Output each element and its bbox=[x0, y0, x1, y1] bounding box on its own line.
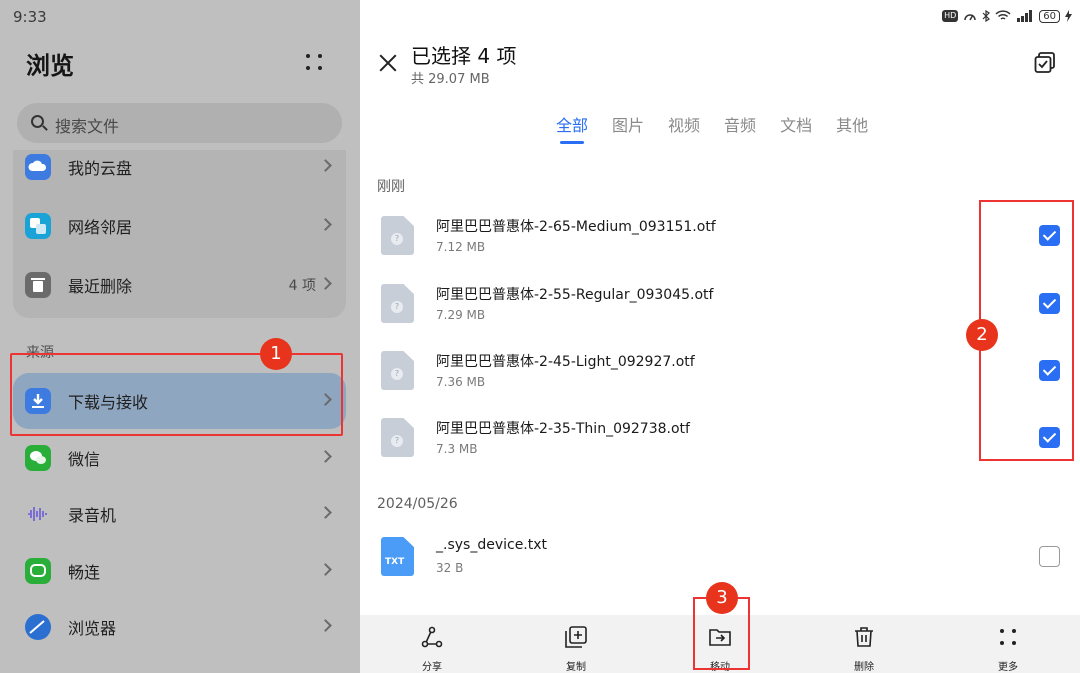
signal-icon bbox=[1017, 10, 1033, 22]
copy-button[interactable]: 复制 bbox=[546, 625, 606, 673]
step-badge-1: 1 bbox=[260, 338, 292, 370]
status-bar: HD 60 bbox=[942, 8, 1072, 24]
speed-icon bbox=[964, 14, 977, 21]
file-size: 32 B bbox=[436, 561, 464, 575]
unknown-file-icon: ? bbox=[381, 216, 414, 255]
file-size: 7.29 MB bbox=[436, 308, 486, 322]
wechat-icon bbox=[25, 445, 51, 471]
file-size: 7.12 MB bbox=[436, 240, 486, 254]
file-checkbox[interactable] bbox=[1039, 546, 1060, 567]
copy-label: 复制 bbox=[566, 662, 586, 673]
wifi-icon bbox=[995, 10, 1011, 20]
tab-all[interactable]: 全部 bbox=[556, 112, 588, 144]
hd-icon: HD bbox=[942, 10, 959, 22]
item-count: 4 项 bbox=[288, 278, 316, 294]
file-name: 阿里巴巴普惠体-2-35-Thin_092738.otf bbox=[436, 421, 690, 437]
network-neighbor-icon bbox=[25, 213, 51, 239]
step-badge-2: 2 bbox=[966, 319, 998, 351]
chevron-right-icon bbox=[319, 218, 332, 231]
delete-label: 删除 bbox=[854, 662, 874, 673]
select-all-icon[interactable] bbox=[1034, 52, 1056, 74]
trash-icon bbox=[25, 272, 51, 298]
tab-images[interactable]: 图片 bbox=[612, 112, 644, 144]
status-time: 9:33 bbox=[13, 8, 47, 26]
txt-file-icon: TXT bbox=[381, 537, 414, 576]
file-row[interactable]: ? 阿里巴巴普惠体-2-65-Medium_093151.otf 7.12 MB bbox=[360, 202, 1080, 269]
chevron-right-icon bbox=[319, 506, 332, 519]
charging-icon bbox=[1065, 10, 1072, 22]
filter-tabs: 全部 图片 视频 音频 文档 其他 bbox=[556, 112, 892, 144]
changlian-icon bbox=[25, 558, 51, 584]
cloud-icon bbox=[25, 154, 51, 180]
copy-icon bbox=[565, 626, 587, 648]
more-icon bbox=[1000, 629, 1016, 645]
more-button[interactable]: 更多 bbox=[978, 625, 1038, 673]
tab-others[interactable]: 其他 bbox=[836, 112, 868, 144]
selection-size: 共 29.07 MB bbox=[411, 72, 490, 87]
delete-button[interactable]: 删除 bbox=[834, 625, 894, 673]
file-name: 阿里巴巴普惠体-2-65-Medium_093151.otf bbox=[436, 219, 716, 235]
search-icon bbox=[31, 115, 44, 128]
file-size: 7.3 MB bbox=[436, 442, 478, 456]
step-badge-3: 3 bbox=[706, 582, 738, 614]
selection-title: 已选择 4 项 bbox=[411, 44, 517, 68]
more-label: 更多 bbox=[998, 662, 1018, 673]
sidebar-item-network[interactable]: 网络邻居 bbox=[13, 198, 346, 254]
chevron-right-icon bbox=[319, 277, 332, 290]
sidebar-item-label: 我的云盘 bbox=[68, 159, 133, 178]
battery-icon: 60 bbox=[1039, 9, 1060, 23]
more-dots-icon[interactable] bbox=[304, 52, 326, 74]
file-name: 阿里巴巴普惠体-2-45-Light_092927.otf bbox=[436, 354, 695, 370]
page-title: 浏览 bbox=[26, 52, 74, 80]
right-pane: HD 60 已选择 4 项 共 29.07 MB 全部 图片 视频 音频 文档 … bbox=[360, 0, 1080, 673]
sidebar-item-label: 录音机 bbox=[68, 506, 117, 525]
sidebar-item-browser[interactable]: 浏览器 bbox=[13, 599, 346, 655]
file-size: 7.36 MB bbox=[436, 375, 486, 389]
sidebar-item-label: 畅连 bbox=[68, 563, 101, 582]
sidebar-item-changlian[interactable]: 畅连 bbox=[13, 543, 346, 599]
unknown-file-icon: ? bbox=[381, 284, 414, 323]
waveform-icon bbox=[25, 501, 51, 527]
unknown-file-icon: ? bbox=[381, 351, 414, 390]
share-icon bbox=[421, 626, 443, 648]
left-pane: 9:33 浏览 搜索文件 我的云盘 网络邻居 最近删除 4 项 来源 下载与接收… bbox=[0, 0, 360, 673]
chevron-right-icon bbox=[319, 563, 332, 576]
search-input[interactable]: 搜索文件 bbox=[17, 103, 342, 143]
chevron-right-icon bbox=[319, 619, 332, 632]
share-label: 分享 bbox=[422, 662, 442, 673]
browser-icon bbox=[25, 614, 51, 640]
trash-icon bbox=[855, 627, 873, 647]
sidebar-item-label: 最近删除 bbox=[68, 277, 133, 296]
group-label-date: 2024/05/26 bbox=[377, 496, 458, 512]
close-icon[interactable] bbox=[378, 53, 398, 73]
file-name: 阿里巴巴普惠体-2-55-Regular_093045.otf bbox=[436, 287, 714, 303]
sidebar-item-label: 微信 bbox=[68, 450, 101, 469]
share-button[interactable]: 分享 bbox=[402, 625, 462, 673]
file-name: _.sys_device.txt bbox=[436, 537, 548, 553]
chevron-right-icon bbox=[319, 450, 332, 463]
bluetooth-icon bbox=[982, 10, 991, 22]
sidebar-item-recently-deleted[interactable]: 最近删除 4 项 bbox=[13, 257, 346, 313]
highlight-box-downloads bbox=[10, 353, 343, 436]
chevron-right-icon bbox=[319, 159, 332, 172]
file-row[interactable]: ? 阿里巴巴普惠体-2-35-Thin_092738.otf 7.3 MB bbox=[360, 404, 1080, 471]
sidebar-item-wechat[interactable]: 微信 bbox=[13, 430, 346, 486]
tab-documents[interactable]: 文档 bbox=[780, 112, 812, 144]
sidebar-item-cloud[interactable]: 我的云盘 bbox=[13, 139, 346, 195]
search-placeholder: 搜索文件 bbox=[55, 117, 120, 136]
tab-videos[interactable]: 视频 bbox=[668, 112, 700, 144]
sidebar-item-label: 浏览器 bbox=[68, 619, 117, 638]
group-label-recent: 刚刚 bbox=[377, 179, 405, 195]
file-row[interactable]: TXT _.sys_device.txt 32 B bbox=[360, 523, 1080, 590]
unknown-file-icon: ? bbox=[381, 418, 414, 457]
sidebar-item-recorder[interactable]: 录音机 bbox=[13, 486, 346, 542]
tab-audio[interactable]: 音频 bbox=[724, 112, 756, 144]
sidebar-item-label: 网络邻居 bbox=[68, 218, 133, 237]
